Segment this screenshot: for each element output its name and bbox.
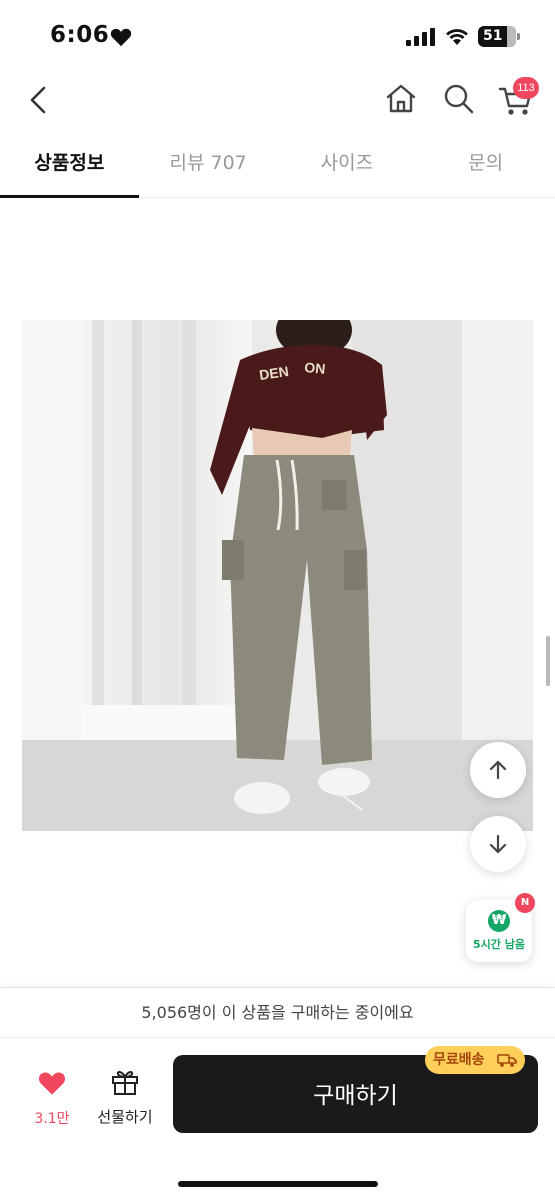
scroll-indicator[interactable]	[546, 636, 550, 686]
tab-inquiry[interactable]: 문의	[416, 133, 555, 197]
product-photo-illustration: DEN ON	[22, 320, 533, 831]
battery-empty-segment	[507, 26, 516, 47]
buyers-count-note: 5,056명이 이 상품을 구매하는 중이에요	[0, 988, 555, 1038]
status-bar: 6:06 51	[0, 0, 555, 70]
time-remaining-label: 5시간 남음	[473, 938, 525, 951]
scroll-down-button[interactable]	[470, 816, 526, 872]
arrow-down-icon	[489, 834, 507, 854]
free-shipping-tag: 무료배송	[425, 1046, 525, 1074]
gift-icon	[112, 1071, 138, 1095]
like-count: 3.1만	[34, 1111, 70, 1127]
wifi-icon	[446, 29, 468, 45]
gift-label: 선물하기	[97, 1108, 153, 1126]
tab-reviews[interactable]: 리뷰 707	[139, 133, 278, 197]
back-icon[interactable]	[22, 80, 58, 120]
cellular-signal-icon	[406, 28, 435, 46]
status-time: 6:06	[50, 22, 110, 48]
home-indicator	[178, 1181, 378, 1187]
cart-count-badge: 113	[513, 77, 539, 99]
heart-icon	[38, 1072, 66, 1095]
tab-product-info[interactable]: 상품정보	[0, 133, 139, 198]
battery-icon: 51	[478, 26, 520, 47]
search-icon[interactable]	[442, 82, 476, 116]
home-icon[interactable]	[384, 82, 418, 116]
tab-size[interactable]: 사이즈	[278, 133, 417, 197]
battery-level: 51	[483, 28, 503, 44]
top-navigation	[0, 70, 555, 130]
gift-button[interactable]: 선물하기	[92, 1068, 158, 1128]
won-coin-icon: ₩	[488, 910, 510, 932]
product-photo: DEN ON	[22, 320, 533, 831]
delivery-truck-icon	[497, 1054, 517, 1067]
product-tabs: 상품정보 리뷰 707 사이즈 문의	[0, 133, 555, 198]
scroll-up-button[interactable]	[470, 742, 526, 798]
arrow-up-icon	[489, 760, 507, 780]
free-shipping-label: 무료배송	[433, 1052, 485, 1068]
svg-text:ON: ON	[304, 359, 326, 377]
like-button[interactable]: 3.1만	[28, 1070, 76, 1130]
heart-status-icon	[110, 28, 132, 47]
new-badge: N	[515, 893, 535, 913]
